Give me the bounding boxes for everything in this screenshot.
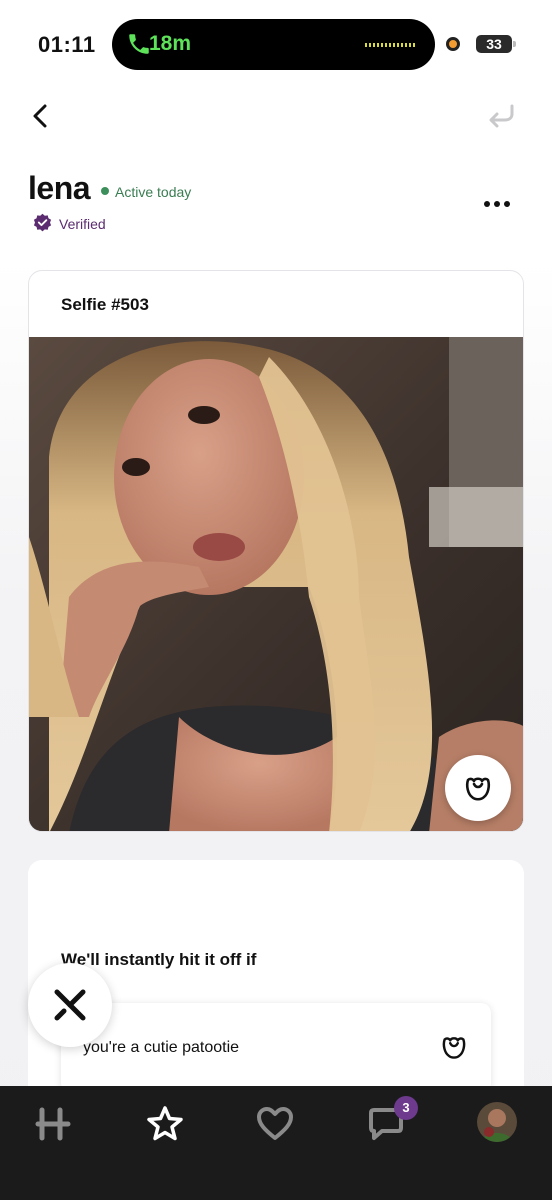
- verified-label: Verified: [59, 216, 106, 232]
- prompt-answer-box[interactable]: you're a cutie patootie: [61, 1003, 491, 1093]
- rose-icon: [465, 777, 491, 801]
- nav-profile-avatar[interactable]: [477, 1102, 517, 1142]
- hinge-logo-icon: [35, 1107, 71, 1141]
- prompt-question: We'll instantly hit it off if: [61, 950, 257, 969]
- call-indicator[interactable]: 18m: [112, 19, 435, 70]
- undo-arrow-icon: [489, 104, 514, 128]
- active-status-dot: [101, 187, 109, 195]
- bottom-nav: 3: [0, 1086, 552, 1200]
- recording-indicator: [446, 37, 460, 51]
- nav-home[interactable]: [34, 1104, 74, 1144]
- chevron-left-icon: [33, 104, 47, 128]
- send-rose-photo-button[interactable]: [445, 755, 511, 821]
- heart-icon: [257, 1107, 293, 1140]
- profile-name: lena: [28, 170, 91, 206]
- audio-waveform: [365, 43, 417, 47]
- rose-icon[interactable]: [439, 1032, 469, 1062]
- avatar: [477, 1102, 517, 1142]
- star-icon: [147, 1106, 183, 1141]
- status-time: 01:11: [38, 32, 96, 57]
- skip-button[interactable]: [28, 963, 112, 1047]
- nav-likes-you[interactable]: [255, 1104, 295, 1144]
- profile-photo[interactable]: [29, 337, 523, 831]
- undo-button[interactable]: [484, 100, 518, 132]
- photo-caption: Selfie #503: [61, 295, 149, 314]
- status-bar: 01:11 18m 33: [0, 0, 552, 90]
- ellipsis-icon: [484, 201, 490, 207]
- matches-badge: 3: [394, 1096, 418, 1120]
- nav-standouts[interactable]: [145, 1104, 185, 1144]
- photo-card: Selfie #503: [28, 270, 524, 832]
- back-button[interactable]: [24, 98, 60, 134]
- call-duration: 18m: [149, 32, 192, 55]
- prompt-answer: you're a cutie patootie: [83, 1039, 240, 1056]
- battery-indicator: 33: [476, 35, 516, 53]
- verified-badge-icon: [33, 213, 52, 232]
- active-status: Active today: [115, 184, 192, 200]
- x-icon: [54, 989, 86, 1021]
- more-options-button[interactable]: [484, 196, 514, 212]
